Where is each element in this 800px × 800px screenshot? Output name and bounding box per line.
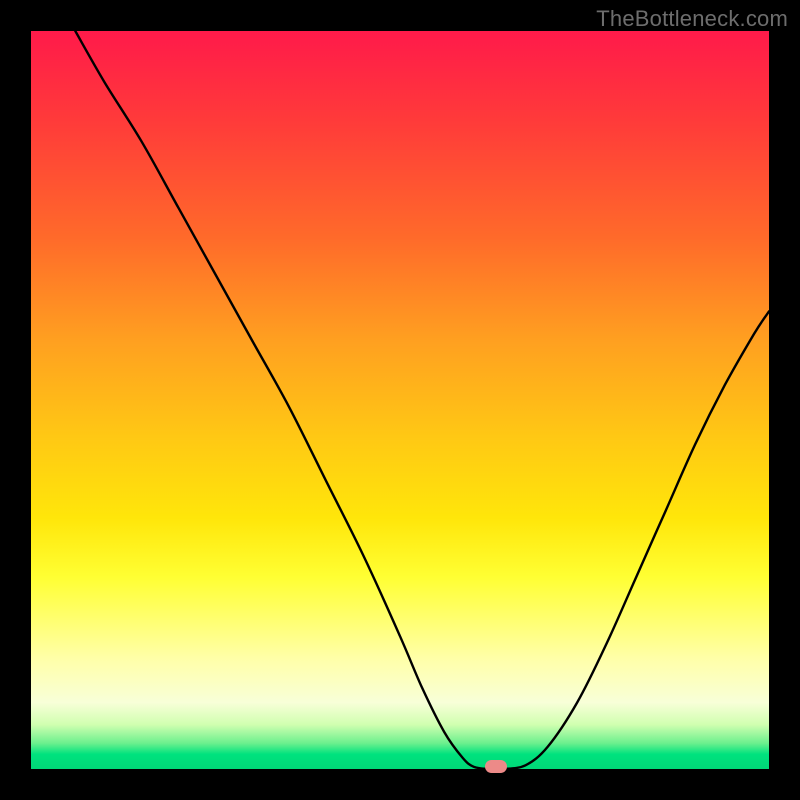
bottleneck-curve bbox=[31, 31, 769, 769]
plot-gradient-area bbox=[31, 31, 769, 769]
bottleneck-chart: TheBottleneck.com bbox=[0, 0, 800, 800]
optimal-marker bbox=[485, 760, 507, 773]
curve-path bbox=[75, 31, 769, 769]
watermark-text: TheBottleneck.com bbox=[596, 6, 788, 32]
